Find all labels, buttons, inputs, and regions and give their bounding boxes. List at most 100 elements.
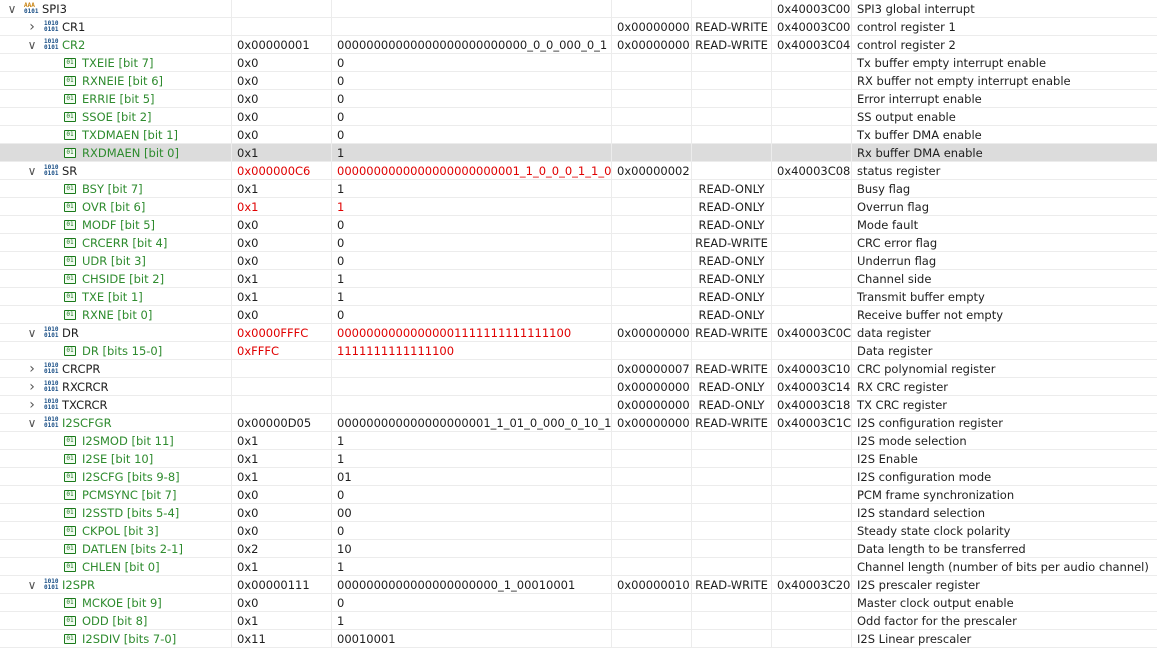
- bitfield-row[interactable]: 01 MCKOE [bit 9] 0x0 0 Master clock outp…: [0, 594, 1157, 612]
- value-cell[interactable]: 0x000000C6: [232, 162, 332, 180]
- value-cell[interactable]: [232, 18, 332, 36]
- value-cell[interactable]: 0x1: [232, 288, 332, 306]
- value-cell[interactable]: [232, 360, 332, 378]
- bitfield-row[interactable]: 01 I2SMOD [bit 11] 0x1 1 I2S mode select…: [0, 432, 1157, 450]
- value-cell[interactable]: 0xFFFC: [232, 342, 332, 360]
- reset-cell: [612, 54, 692, 72]
- chevron-right-icon[interactable]: ›: [26, 18, 38, 36]
- row-label: CHSIDE [bit 2]: [82, 272, 165, 286]
- bitfield-row[interactable]: 01 MODF [bit 5] 0x0 0 READ-ONLY Mode fau…: [0, 216, 1157, 234]
- value-cell[interactable]: 0x2: [232, 540, 332, 558]
- bitfield-row[interactable]: 01 CHLEN [bit 0] 0x1 1 Channel length (n…: [0, 558, 1157, 576]
- value-cell[interactable]: 0x0: [232, 594, 332, 612]
- bitfield-row[interactable]: 01 RXNEIE [bit 6] 0x0 0 RX buffer not em…: [0, 72, 1157, 90]
- bitfield-row[interactable]: 01 UDR [bit 3] 0x0 0 READ-ONLY Underrun …: [0, 252, 1157, 270]
- bitfield-row[interactable]: 01 I2SCFG [bits 9-8] 0x1 01 I2S configur…: [0, 468, 1157, 486]
- value-cell[interactable]: [232, 378, 332, 396]
- access-cell: READ-WRITE: [692, 360, 772, 378]
- register-binary-icon: 1010 0101: [44, 416, 59, 429]
- value-cell[interactable]: 0x0: [232, 504, 332, 522]
- value-cell[interactable]: 0x1: [232, 612, 332, 630]
- bitfield-row[interactable]: 01 OVR [bit 6] 0x1 1 READ-ONLY Overrun f…: [0, 198, 1157, 216]
- access-cell: [692, 486, 772, 504]
- register-row[interactable]: › 1010 0101 CR1 0x00000000 READ-WRITE 0x4…: [0, 18, 1157, 36]
- chevron-down-icon[interactable]: ∨: [26, 324, 38, 342]
- value-cell[interactable]: 0x0: [232, 486, 332, 504]
- bitfield-row[interactable]: 01 CHSIDE [bit 2] 0x1 1 READ-ONLY Channe…: [0, 270, 1157, 288]
- chevron-down-icon[interactable]: ∨: [26, 414, 38, 432]
- register-row[interactable]: ∨ 1010 0101 SR 0x000000C6 000000000000000…: [0, 162, 1157, 180]
- value-cell[interactable]: 0x00000001: [232, 36, 332, 54]
- reset-cell: [612, 540, 692, 558]
- value-cell[interactable]: 0x0: [232, 306, 332, 324]
- value-cell[interactable]: 0x00000111: [232, 576, 332, 594]
- bits-cell: 1: [332, 432, 612, 450]
- bitfield-row[interactable]: 01 CKPOL [bit 3] 0x0 0 Steady state cloc…: [0, 522, 1157, 540]
- chevron-down-icon[interactable]: ∨: [26, 36, 38, 54]
- bitfield-row[interactable]: 01 ERRIE [bit 5] 0x0 0 Error interrupt e…: [0, 90, 1157, 108]
- name-cell: ∨ 1010 0101 CR2: [0, 36, 232, 54]
- value-cell[interactable]: 0x1: [232, 180, 332, 198]
- chevron-down-icon[interactable]: ∨: [26, 162, 38, 180]
- address-cell: [772, 108, 852, 126]
- name-cell: 01 UDR [bit 3]: [0, 252, 232, 270]
- chevron-right-icon[interactable]: ›: [26, 378, 38, 396]
- value-cell[interactable]: 0x0: [232, 522, 332, 540]
- bitfield-row[interactable]: 01 ODD [bit 8] 0x1 1 Odd factor for the …: [0, 612, 1157, 630]
- value-cell[interactable]: 0x0: [232, 72, 332, 90]
- bitfield-row[interactable]: 01 PCMSYNC [bit 7] 0x0 0 PCM frame synch…: [0, 486, 1157, 504]
- register-row[interactable]: ∨ 1010 0101 I2SCFGR 0x00000D05 0000000000…: [0, 414, 1157, 432]
- value-cell[interactable]: 0x0: [232, 90, 332, 108]
- value-cell[interactable]: 0x1: [232, 198, 332, 216]
- value-cell[interactable]: 0x00000D05: [232, 414, 332, 432]
- value-cell[interactable]: 0x0: [232, 108, 332, 126]
- register-row[interactable]: › 1010 0101 TXCRCR 0x00000000 READ-ONLY 0…: [0, 396, 1157, 414]
- bitfield-row[interactable]: 01 I2SSTD [bits 5-4] 0x0 00 I2S standard…: [0, 504, 1157, 522]
- register-binary-icon: 1010 0101: [44, 38, 59, 51]
- value-cell[interactable]: 0x1: [232, 432, 332, 450]
- value-cell[interactable]: 0x0: [232, 216, 332, 234]
- register-row[interactable]: ∨ 1010 0101 DR 0x0000FFFC 000000000000000…: [0, 324, 1157, 342]
- chevron-down-icon[interactable]: ∨: [6, 0, 18, 18]
- bitfield-row[interactable]: 01 TXDMAEN [bit 1] 0x0 0 Tx buffer DMA e…: [0, 126, 1157, 144]
- peripheral-row[interactable]: ∨ AAA 0101 SPI3 0x40003C00 SPI3 global in…: [0, 0, 1157, 18]
- bitfield-row[interactable]: 01 DR [bits 15-0] 0xFFFC 111111111111110…: [0, 342, 1157, 360]
- access-cell: [692, 540, 772, 558]
- address-cell: [772, 216, 852, 234]
- bitfield-row[interactable]: 01 CRCERR [bit 4] 0x0 0 READ-WRITE CRC e…: [0, 234, 1157, 252]
- value-cell[interactable]: 0x1: [232, 270, 332, 288]
- bitfield-row[interactable]: 01 RXDMAEN [bit 0] 0x1 1 Rx buffer DMA e…: [0, 144, 1157, 162]
- row-label: I2SPR: [62, 578, 95, 592]
- value-cell[interactable]: 0x1: [232, 558, 332, 576]
- bitfield-row[interactable]: 01 I2SDIV [bits 7-0] 0x11 00010001 I2S L…: [0, 630, 1157, 648]
- value-cell[interactable]: [232, 396, 332, 414]
- bits-cell: 10: [332, 540, 612, 558]
- register-row[interactable]: ∨ 1010 0101 I2SPR 0x00000111 000000000000…: [0, 576, 1157, 594]
- value-cell[interactable]: 0x0: [232, 126, 332, 144]
- chevron-right-icon[interactable]: ›: [26, 396, 38, 414]
- value-cell[interactable]: 0x0: [232, 54, 332, 72]
- row-label: PCMSYNC [bit 7]: [82, 488, 177, 502]
- chevron-right-icon[interactable]: ›: [26, 360, 38, 378]
- value-cell[interactable]: [232, 0, 332, 18]
- bitfield-icon: 01: [64, 58, 76, 68]
- bitfield-row[interactable]: 01 DATLEN [bits 2-1] 0x2 10 Data length …: [0, 540, 1157, 558]
- value-cell[interactable]: 0x0: [232, 252, 332, 270]
- value-cell[interactable]: 0x11: [232, 630, 332, 648]
- bitfield-row[interactable]: 01 TXEIE [bit 7] 0x0 0 Tx buffer empty i…: [0, 54, 1157, 72]
- bitfield-row[interactable]: 01 I2SE [bit 10] 0x1 1 I2S Enable: [0, 450, 1157, 468]
- bitfield-row[interactable]: 01 RXNE [bit 0] 0x0 0 READ-ONLY Receive …: [0, 306, 1157, 324]
- register-row[interactable]: › 1010 0101 RXCRCR 0x00000000 READ-ONLY 0…: [0, 378, 1157, 396]
- register-row[interactable]: ∨ 1010 0101 CR2 0x00000001 00000000000000…: [0, 36, 1157, 54]
- address-cell: [772, 180, 852, 198]
- bitfield-row[interactable]: 01 BSY [bit 7] 0x1 1 READ-ONLY Busy flag: [0, 180, 1157, 198]
- bitfield-row[interactable]: 01 TXE [bit 1] 0x1 1 READ-ONLY Transmit …: [0, 288, 1157, 306]
- value-cell[interactable]: 0x1: [232, 450, 332, 468]
- value-cell[interactable]: 0x0000FFFC: [232, 324, 332, 342]
- register-row[interactable]: › 1010 0101 CRCPR 0x00000007 READ-WRITE 0…: [0, 360, 1157, 378]
- chevron-down-icon[interactable]: ∨: [26, 576, 38, 594]
- value-cell[interactable]: 0x1: [232, 144, 332, 162]
- value-cell[interactable]: 0x0: [232, 234, 332, 252]
- value-cell[interactable]: 0x1: [232, 468, 332, 486]
- bitfield-row[interactable]: 01 SSOE [bit 2] 0x0 0 SS output enable: [0, 108, 1157, 126]
